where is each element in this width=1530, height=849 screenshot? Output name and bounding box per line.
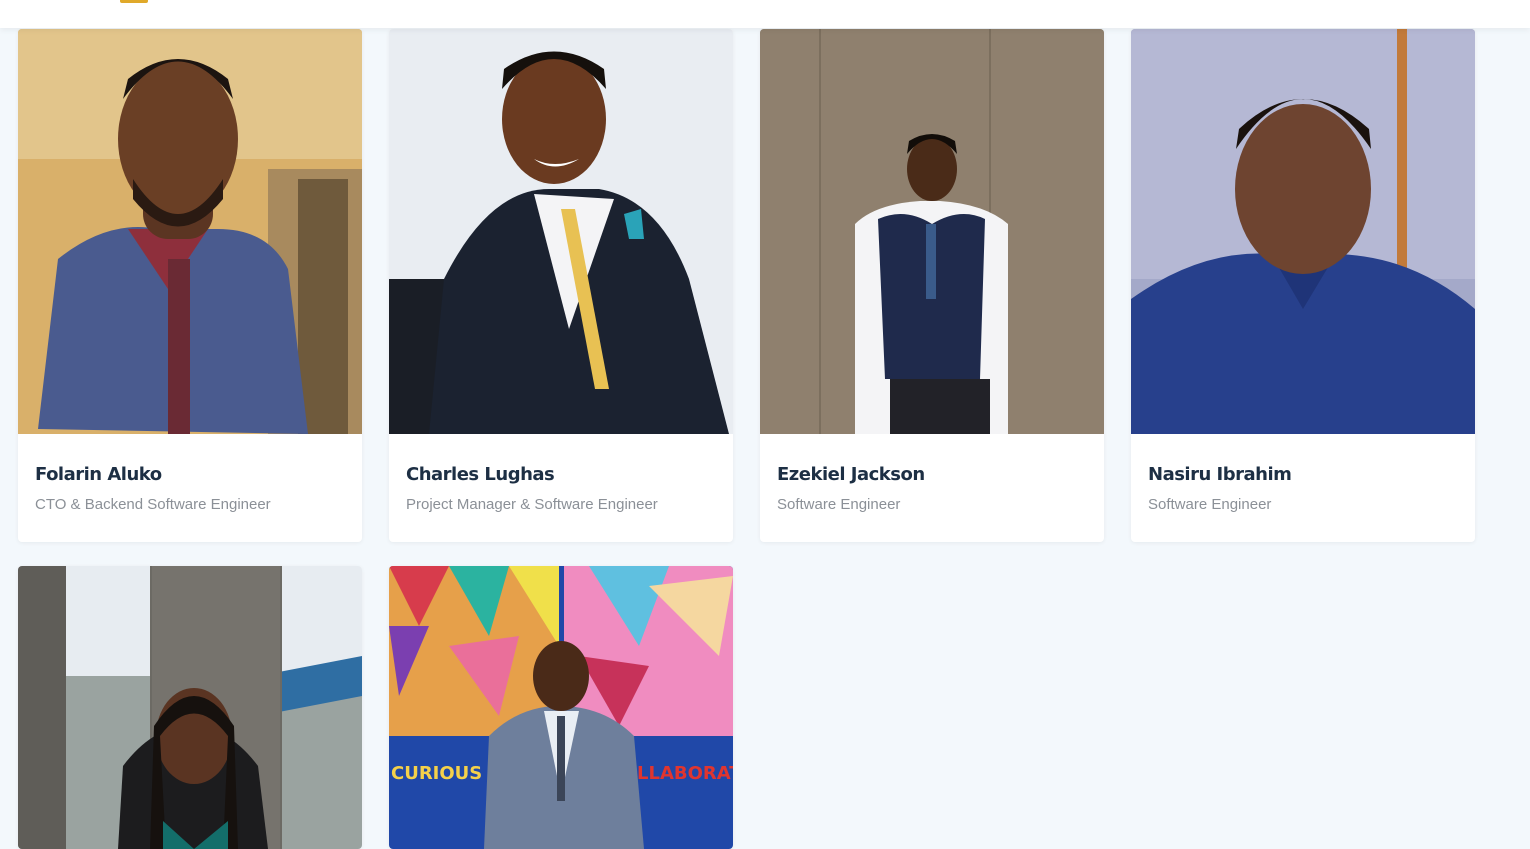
member-role: Software Engineer [777,496,901,513]
mural-text-curious: CURIOUS [391,763,482,784]
member-photo [1131,29,1475,434]
team-member-card[interactable]: Nasiru Ibrahim Software Engineer [1131,29,1475,542]
member-photo [760,29,1104,434]
member-photo [18,29,362,434]
member-info: Ezekiel Jackson Software Engineer [760,434,1104,542]
member-info: Nasiru Ibrahim Software Engineer [1131,434,1475,542]
member-name[interactable]: Folarin Aluko [35,464,345,486]
team-member-card[interactable]: Charles Lughas Project Manager & Softwar… [389,29,733,542]
member-role: Project Manager & Software Engineer [406,496,658,513]
logo[interactable] [120,0,148,3]
member-info: Folarin Aluko CTO & Backend Software Eng… [18,434,362,542]
member-name[interactable]: Nasiru Ibrahim [1148,464,1458,486]
top-navigation-bar [0,0,1530,28]
member-info: Charles Lughas Project Manager & Softwar… [389,434,733,542]
member-photo [389,29,733,434]
member-name[interactable]: Charles Lughas [406,464,716,486]
member-name[interactable]: Ezekiel Jackson [777,464,1087,486]
member-role: Software Engineer [1148,496,1272,513]
team-member-card[interactable] [18,566,362,849]
member-photo: CURIOUS LLABORAT [389,566,733,849]
team-member-card[interactable]: CURIOUS LLABORAT [389,566,733,849]
team-member-card[interactable]: Folarin Aluko CTO & Backend Software Eng… [18,29,362,542]
mural-text-collaborate: LLABORAT [637,763,733,784]
member-photo [18,566,362,849]
member-role: CTO & Backend Software Engineer [35,496,271,513]
team-member-card[interactable]: Ezekiel Jackson Software Engineer [760,29,1104,542]
